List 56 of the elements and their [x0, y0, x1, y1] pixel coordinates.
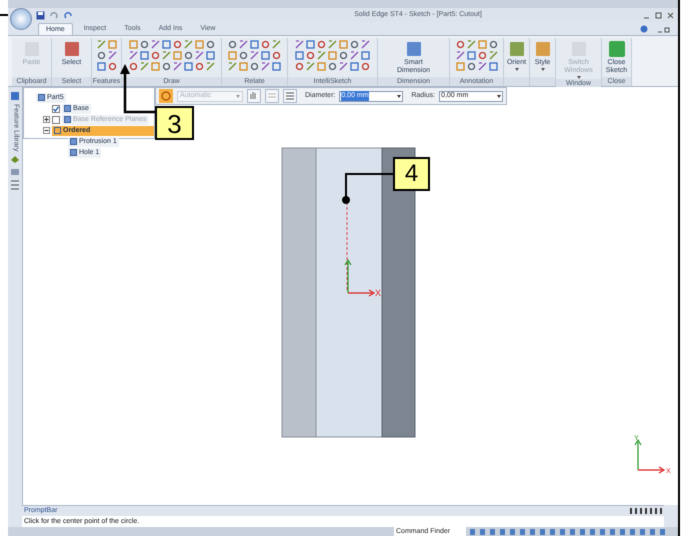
callout: 3: [155, 106, 194, 140]
tool-icon[interactable]: [150, 40, 160, 49]
tool-icon[interactable]: [272, 40, 281, 49]
callout: 4: [393, 157, 430, 191]
feature-icon: [38, 94, 45, 101]
expander-icon[interactable]: [43, 116, 50, 123]
tool-icon[interactable]: [339, 62, 348, 71]
group-footer: [504, 77, 529, 86]
redo-icon[interactable]: [63, 10, 73, 20]
restore-icon[interactable]: [658, 27, 672, 33]
tool-icon[interactable]: [108, 51, 116, 60]
tool-icon[interactable]: [261, 62, 270, 71]
tool-icon[interactable]: [239, 40, 248, 49]
tool-icon: [404, 40, 422, 58]
close-icon[interactable]: [667, 12, 674, 18]
save-icon[interactable]: [36, 10, 45, 20]
tool-icon[interactable]: [250, 51, 259, 60]
circle-icon[interactable]: [159, 89, 173, 103]
tool-icon: [508, 40, 526, 58]
tool-icon[interactable]: [350, 51, 359, 60]
tool-icon[interactable]: [488, 51, 498, 60]
tool-icon[interactable]: [295, 40, 304, 49]
leader-line: [120, 64, 155, 114]
leader-line: [342, 173, 393, 204]
tool-icon[interactable]: [184, 40, 192, 49]
axis-label: X: [375, 288, 382, 298]
pathfinder-icon[interactable]: [10, 91, 20, 101]
tool-icon[interactable]: [306, 62, 315, 71]
tool-icon[interactable]: [478, 62, 486, 71]
expander-icon[interactable]: [43, 127, 50, 134]
tool-icon: [608, 40, 626, 58]
checkbox[interactable]: [52, 104, 60, 112]
maximize-icon[interactable]: [655, 12, 662, 18]
tools-icon[interactable]: [10, 180, 20, 190]
tool-icon[interactable]: [328, 40, 337, 49]
tool-icon[interactable]: [140, 62, 148, 71]
lines-icon[interactable]: [283, 89, 297, 103]
tool-icon[interactable]: [96, 40, 106, 49]
help-icon[interactable]: [640, 25, 648, 33]
tool-icon[interactable]: [361, 40, 370, 49]
checkbox[interactable]: [52, 116, 60, 124]
tool-icon[interactable]: [194, 51, 204, 60]
tool-icon[interactable]: [162, 51, 170, 60]
tool-icon[interactable]: [317, 51, 326, 60]
tool-icon[interactable]: [228, 62, 237, 71]
group-footer: [530, 77, 555, 86]
tool-icon[interactable]: [128, 51, 138, 60]
tool-icon: [62, 40, 80, 58]
sketch-axes: [344, 258, 376, 297]
view-triad: [634, 438, 666, 474]
prompt-bar-controls-icon[interactable]: [630, 508, 662, 514]
tool-icon[interactable]: [456, 51, 464, 60]
tool-icon: [534, 40, 552, 58]
tool-icon[interactable]: [172, 62, 182, 71]
tool-icon[interactable]: [466, 40, 476, 49]
tool-icon[interactable]: [206, 62, 214, 71]
